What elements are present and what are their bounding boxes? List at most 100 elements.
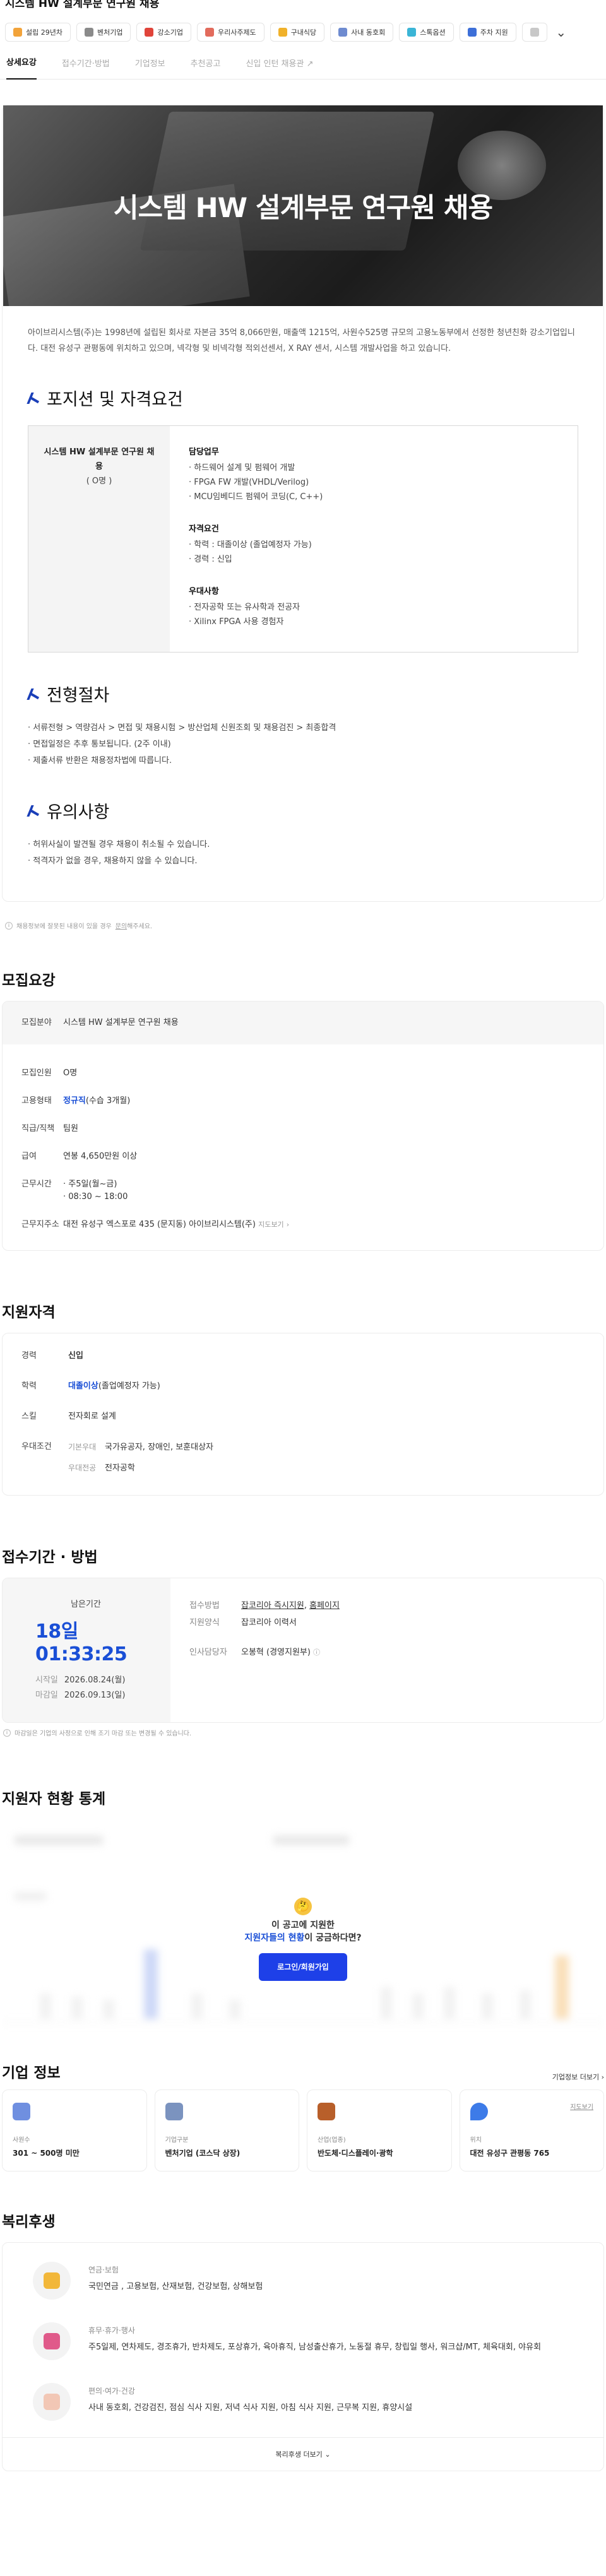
tag-bar: 설립 29년차 벤처기업 강소기업 우리사주제도 구내식당 사내 동호회 스톡옵… — [0, 9, 606, 47]
tag-stock-option[interactable]: 스톡옵션 — [399, 23, 454, 42]
qualify-row-career: 경력 신입 — [21, 1351, 83, 1361]
welfare-item-convenience: 편의·여가·건강 사내 동호회, 건강검진, 점심 식사 지원, 저녁 식사 지원… — [3, 2372, 603, 2432]
login-prompt: 🤔 이 공고에 지원한 지원자들의 현황이 궁금하다면? 로그인/회원가입 — [2, 1898, 604, 1981]
expand-tags-button[interactable]: ⌄ — [552, 23, 569, 42]
chevron-right-icon: › — [286, 1220, 290, 1229]
rocket-icon — [145, 28, 154, 37]
job-detail-card: 시스템 HW 설계부문 연구원 채용 아이브리시스템(주)는 1998년에 설립… — [2, 105, 604, 902]
thinking-face-icon: 🤔 — [294, 1898, 312, 1915]
recruit-row-type: 고용형태 정규직(수습 3개월) — [21, 1096, 131, 1106]
company-card-employees: 사원수 301 ~ 500명 미만 — [2, 2089, 147, 2171]
tab-period[interactable]: 접수기간·방법 — [62, 57, 110, 69]
section-heading-notice: 유의사항 — [28, 798, 578, 823]
tag-icon — [530, 28, 539, 37]
stock-icon — [407, 28, 417, 37]
countdown-timer: 18일 01:33:25 — [35, 1621, 128, 1665]
tab-company[interactable]: 기업정보 — [135, 57, 165, 69]
company-more-link[interactable]: 기업정보 더보기 › — [552, 2072, 604, 2082]
recruit-row-rank: 직급/직책 팀원 — [21, 1124, 78, 1133]
position-table: 시스템 HW 설계부문 연구원 채용 ( O명 ) 담당업무 · 하드웨어 설계… — [28, 425, 578, 653]
company-card-type: 기업구분 벤처기업 (코스닥 상장) — [154, 2089, 299, 2171]
applicant-stats: 🤔 이 공고에 지원한 지원자들의 현황이 궁금하다면? 로그인/회원가입 — [2, 1823, 604, 2033]
duty-group: 담당업무 · 하드웨어 설계 및 펌웨어 개발 · FPGA FW 개발(VHD… — [189, 447, 323, 502]
piggy-bank-icon — [44, 2272, 60, 2289]
list-item: · 제출서류 반환은 채용정차법에 따릅니다. — [28, 756, 172, 765]
period-note: i 마감일은 기업의 사정으로 인해 조기 마감 또는 변경될 수 있습니다. — [2, 1723, 604, 1737]
parking-icon — [467, 28, 477, 37]
chevron-down-icon: ⌄ — [556, 25, 567, 40]
welfare-item-vacation: 휴무·휴가·행사 주5일제, 연차제도, 경조휴가, 반차제도, 포상휴가, 육아… — [3, 2311, 603, 2372]
map-link[interactable]: 지도보기 — [570, 2101, 593, 2111]
people-icon — [338, 28, 348, 37]
tag-founded[interactable]: 설립 29년차 — [5, 23, 71, 42]
section-heading-process: 전형절차 — [28, 682, 578, 706]
section-title-welfare: 복리후생 — [2, 2214, 56, 2230]
map-link[interactable]: 지도보기 — [258, 1220, 283, 1229]
recruit-row-field: 모집분야 시스템 HW 설계부문 연구원 채용 — [3, 1001, 603, 1044]
external-link-icon: ↗ — [306, 59, 314, 69]
welfare-card: 연금·보험 국민연금 , 고용보험, 산재보험, 건강보험, 상해보험 휴무·휴가… — [2, 2242, 604, 2471]
position-count: ( O명 ) — [86, 476, 112, 486]
page-title: 시스템 HW 설계부문 연구원 채용 — [5, 0, 160, 9]
tag-venture[interactable]: 벤처기업 — [76, 23, 131, 42]
building-icon — [13, 28, 22, 37]
company-intro: 아이브리시스템(주)는 1998년에 설립된 회사로 자본금 35억 8,066… — [28, 328, 575, 353]
party-popper-icon — [44, 2333, 60, 2349]
tab-detail[interactable]: 상세요강 — [6, 47, 37, 80]
tag-parking[interactable]: 주차 지원 — [459, 23, 516, 42]
building-icon — [165, 2103, 183, 2120]
process-list: · 서류전형 > 역량검사 > 면접 및 채용시험 > 방산업체 신원조회 및 … — [28, 720, 578, 769]
recruit-row-address: 근무지주소 대전 유성구 엑스포로 435 (문지동) 아이브리시스템(주) 지도… — [21, 1220, 290, 1229]
section-title-qualify: 지원자격 — [2, 1304, 56, 1321]
info-icon: i — [5, 921, 13, 930]
recruit-table: 모집분야 시스템 HW 설계부문 연구원 채용 모집인원 O명 고용형태 정규직(수습… — [2, 1001, 604, 1251]
qualify-row-preference: 우대조건 기본우대 국가유공자, 장애인, 보훈대상자 우대전공 전자공학 — [21, 1442, 214, 1473]
people-icon — [13, 2103, 30, 2120]
position-name-cell: 시스템 HW 설계부문 연구원 채용 ( O명 ) — [28, 426, 170, 652]
certificate-icon — [84, 28, 93, 37]
homepage-link[interactable]: 홈페이지 — [309, 1601, 340, 1610]
end-date: 마감일 2026.09.13(일) — [35, 1691, 126, 1700]
apply-method-row: 접수방법 잡코리아 즉시지원, 홈페이지 — [189, 1601, 340, 1610]
company-card-industry: 산업(업종) 반도체·디스플레이·광학 — [307, 2089, 452, 2171]
heading-mark-icon — [28, 687, 40, 701]
contact-icon[interactable]: ⓘ — [313, 1648, 320, 1657]
recruit-row-salary: 급여 연봉 4,650만원 이상 — [21, 1152, 138, 1161]
notice-list: · 허위사실이 발견될 경우 채용이 취소될 수 있습니다. · 적격자가 없을… — [28, 837, 578, 870]
tab-recommend[interactable]: 추천공고 — [191, 57, 221, 69]
login-signup-button[interactable]: 로그인/회원가입 — [259, 1953, 347, 1981]
tag-extra[interactable] — [521, 23, 547, 42]
apply-form-row: 지원양식 잡코리아 이력서 — [189, 1618, 297, 1628]
tab-intern[interactable]: 신입 인턴 채용관 ↗ — [246, 57, 313, 69]
period-panel: 남은기간 18일 01:33:25 시작일 2026.08.24(월) 마감일 20… — [2, 1578, 604, 1723]
tag-club[interactable]: 사내 동호회 — [330, 23, 394, 42]
list-item: · 허위사실이 발견될 경우 채용이 취소될 수 있습니다. — [28, 840, 210, 849]
qualify-table: 경력 신입 학력 대졸이상(졸업예정자 가능) 스킬 전자회로 설계 우대조건 기본우대… — [2, 1333, 604, 1496]
welfare-item-insurance: 연금·보험 국민연금 , 고용보험, 산재보험, 건강보험, 상해보험 — [3, 2250, 603, 2311]
info-icon: i — [3, 1728, 11, 1737]
recruit-row-hours: 근무시간 · 주5일(월~금) · 08:30 ~ 18:00 — [21, 1179, 128, 1202]
hero-title: 시스템 HW 설계부문 연구원 채용 — [113, 192, 493, 224]
tag-small-giant[interactable]: 강소기업 — [136, 23, 191, 42]
section-title-recruit: 모집요강 — [2, 972, 56, 989]
detail-tabs: 상세요강 접수기간·방법 기업정보 추천공고 신입 인턴 채용관 ↗ — [0, 47, 606, 80]
section-title-company: 기업 정보 — [2, 2065, 61, 2081]
position-requirements: 담당업무 · 하드웨어 설계 및 펌웨어 개발 · FPGA FW 개발(VHD… — [170, 426, 578, 652]
instant-apply-link[interactable]: 잡코리아 즉시지원 — [241, 1601, 304, 1610]
welfare-more-button[interactable]: 복리후생 더보기 ⌄ — [3, 2437, 603, 2471]
hero-banner: 시스템 HW 설계부문 연구원 채용 — [3, 105, 603, 306]
fork-icon — [278, 28, 287, 37]
apply-method-info: 접수방법 잡코리아 즉시지원, 홈페이지 지원양식 잡코리아 이력서 인사담당자 오봉… — [170, 1578, 603, 1722]
requirement-group: 자격요건 · 학력 : 대졸이상 (졸업예정자 가능) · 경력 : 신입 — [189, 524, 312, 564]
qualify-row-skill: 스킬 전자회로 설계 — [21, 1412, 116, 1421]
heading-mark-icon — [28, 391, 40, 405]
report-link[interactable]: 문의 — [116, 921, 127, 930]
countdown-box: 남은기간 18일 01:33:25 시작일 2026.08.24(월) 마감일 20… — [3, 1578, 170, 1722]
section-heading-position: 포지션 및 자격요건 — [28, 386, 578, 410]
tag-esop[interactable]: 우리사주제도 — [196, 23, 264, 42]
company-card-location: 지도보기 위치 대전 유성구 관평동 765 — [459, 2089, 604, 2171]
tag-cafeteria[interactable]: 구내식당 — [270, 23, 325, 42]
heading-mark-icon — [28, 804, 40, 818]
map-pin-icon — [470, 2103, 488, 2120]
chevron-down-icon: ⌄ — [324, 2450, 331, 2459]
